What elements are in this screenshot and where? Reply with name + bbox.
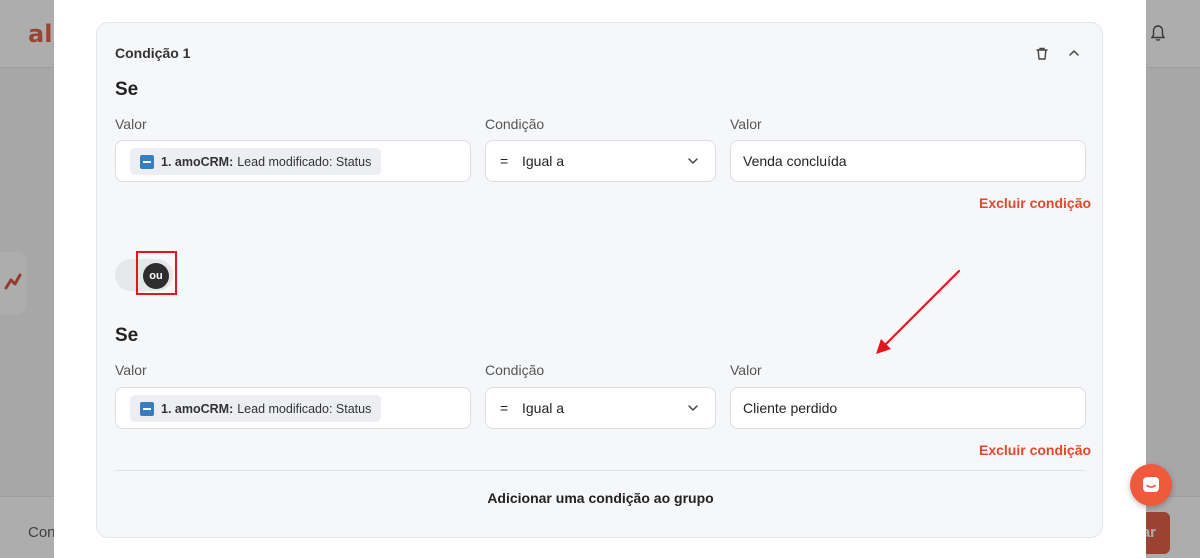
operator-symbol: = [500, 153, 509, 169]
chip-app: 1. amoCRM: [161, 401, 234, 416]
value-field[interactable]: 1. amoCRM: Lead modificado: Status [115, 140, 471, 182]
trash-button[interactable] [1031, 42, 1053, 64]
target-value-text: Venda concluída [743, 153, 847, 169]
target-value-input[interactable]: Venda concluída [730, 140, 1086, 182]
value-label: Valor [115, 116, 147, 132]
target-value-text: Cliente perdido [743, 400, 838, 416]
delete-condition-link[interactable]: Excluir condição [979, 195, 1091, 211]
trash-icon [1036, 47, 1048, 60]
value-field[interactable]: 1. amoCRM: Lead modificado: Status [115, 387, 471, 429]
condition-label: Condição [485, 116, 545, 132]
target-value-input[interactable]: Cliente perdido [730, 387, 1086, 429]
condition-modal: Condição 1 Se Valor Condição Valor 1. am… [54, 0, 1146, 558]
highlight-box [136, 251, 177, 295]
target-value-label: Valor [730, 116, 762, 132]
divider [115, 470, 1085, 471]
chip-field: Lead modificado: Status [237, 154, 372, 169]
annotation-arrow [876, 269, 961, 354]
target-value-label: Valor [730, 362, 762, 378]
variable-chip[interactable]: 1. amoCRM: Lead modificado: Status [130, 148, 382, 175]
variable-chip[interactable]: 1. amoCRM: Lead modificado: Status [130, 395, 382, 422]
collapse-button[interactable] [1063, 42, 1085, 64]
chevron-down-icon [688, 158, 698, 164]
chat-icon [1143, 477, 1159, 492]
condition-select[interactable]: = Igual a [485, 387, 716, 429]
condition-label: Condição [485, 362, 545, 378]
operator-text: Igual a [522, 153, 565, 169]
chat-button[interactable] [1130, 464, 1172, 506]
value-label: Valor [115, 362, 147, 378]
chip-field: Lead modificado: Status [237, 401, 372, 416]
add-condition-button[interactable]: Adicionar uma condição ao grupo [97, 490, 1104, 506]
condition-heading: Se [115, 79, 139, 100]
amocrm-icon [140, 401, 154, 416]
condition-select[interactable]: = Igual a [485, 140, 716, 182]
chip-app: 1. amoCRM: [161, 154, 234, 169]
chevron-up-icon [1069, 50, 1079, 56]
operator-symbol: = [500, 400, 509, 416]
chevron-down-icon [688, 405, 698, 411]
condition-heading: Se [115, 325, 139, 346]
panel-title: Condição 1 [115, 45, 191, 61]
amocrm-icon [140, 154, 154, 169]
operator-text: Igual a [522, 400, 565, 416]
delete-condition-link[interactable]: Excluir condição [979, 442, 1091, 458]
